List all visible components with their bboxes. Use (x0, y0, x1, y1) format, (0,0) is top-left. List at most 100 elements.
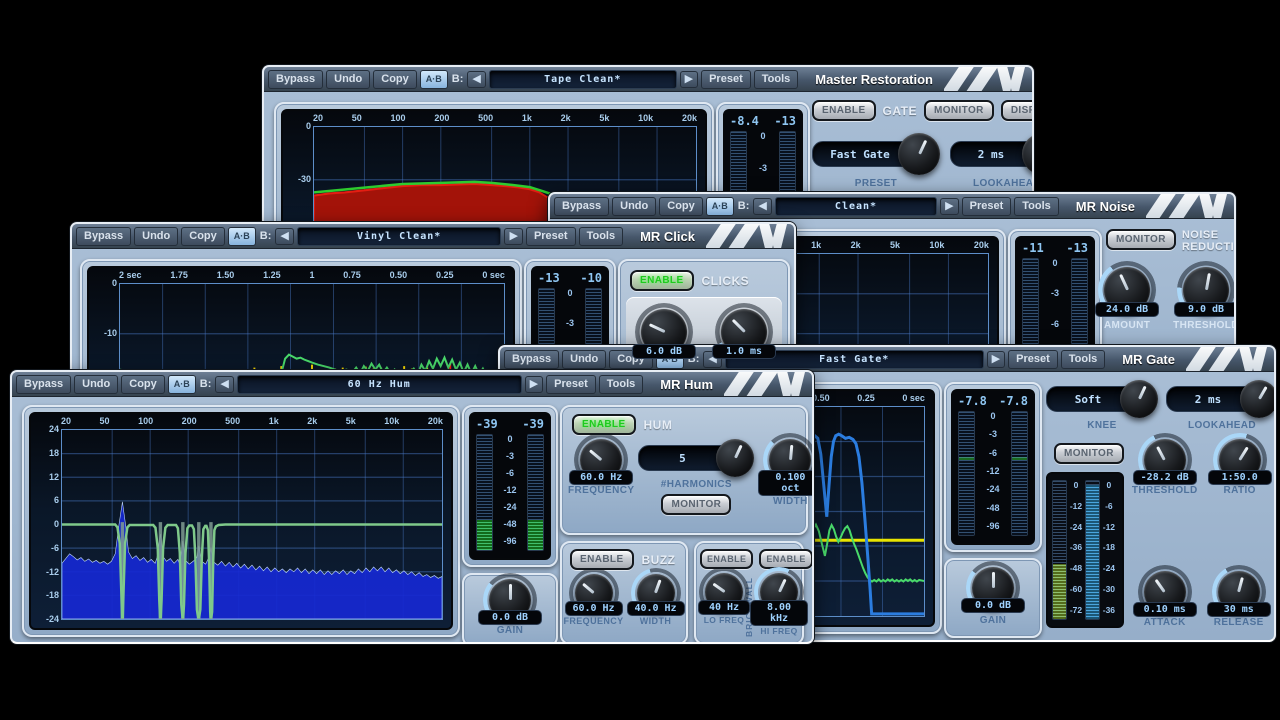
clicks-enable-button[interactable]: ENABLE (630, 270, 694, 291)
meter-bar-left (476, 434, 493, 551)
prev-preset-button[interactable]: ◀ (275, 228, 293, 245)
preset-menu-button[interactable]: Preset (962, 197, 1012, 216)
tools-menu-button[interactable]: Tools (599, 375, 644, 394)
gr-meter-bar (1052, 480, 1067, 620)
knee-knob[interactable] (1120, 380, 1158, 418)
b-label: B: (259, 230, 273, 242)
copy-button[interactable]: Copy (373, 70, 417, 89)
buzz-panel: ENABLE BUZZ 60.0 Hz FREQUENCY 40.0 Hz WI… (560, 541, 688, 644)
copy-button[interactable]: Copy (659, 197, 703, 216)
threshold-value: -28.2 dB (1133, 470, 1197, 485)
tools-menu-button[interactable]: Tools (754, 70, 799, 89)
titlebar: Bypass Undo Copy A·B B: ◀ Tape Clean* ▶ … (264, 67, 1032, 92)
b-label: B: (451, 73, 465, 85)
titlebar: Bypass Undo Copy A·B B: ◀ Fast Gate* ▶ P… (500, 347, 1274, 372)
meter-readout-left: -39 (476, 417, 498, 431)
buzz-enable-button[interactable]: ENABLE (570, 549, 634, 570)
tools-menu-button[interactable]: Tools (579, 227, 624, 246)
knee-label: KNEE (1087, 420, 1116, 431)
brickwall-lo-enable-button[interactable]: ENABLE (700, 549, 753, 569)
preset-name-display[interactable]: Tape Clean* (489, 70, 677, 89)
bypass-button[interactable]: Bypass (268, 70, 323, 89)
desktop: Bypass Undo Copy A·B B: ◀ Tape Clean* ▶ … (0, 0, 1280, 720)
gate-enable-button[interactable]: ENABLE (812, 100, 876, 121)
preset-menu-button[interactable]: Preset (546, 375, 596, 394)
threshold-label: THRESHOLD (1173, 320, 1236, 331)
copy-button[interactable]: Copy (121, 375, 165, 394)
gate-preset-knob[interactable] (898, 133, 940, 175)
bypass-button[interactable]: Bypass (554, 197, 609, 216)
meter-scale: 0-3-6-12-24-48-96 (975, 411, 1011, 536)
prev-preset-button[interactable]: ◀ (467, 71, 485, 88)
out-meter-bar (1085, 480, 1100, 620)
gate-monitor-button[interactable]: MONITOR (924, 100, 994, 121)
bypass-button[interactable]: Bypass (16, 375, 71, 394)
noise-monitor-button[interactable]: MONITOR (1106, 229, 1176, 250)
ab-compare-button[interactable]: A·B (420, 70, 448, 89)
waves-logo (944, 67, 1028, 91)
next-preset-button[interactable]: ▶ (987, 351, 1005, 368)
waves-logo (1146, 194, 1230, 218)
level-meters: -7.8-7.8 0-3-6-12-24-48-96 (951, 389, 1035, 545)
gate-display-button[interactable]: DISPLAY (1001, 100, 1034, 121)
preset-name-display[interactable]: Vinyl Clean* (297, 227, 502, 246)
gate-section-label: GATE (883, 104, 917, 118)
ab-compare-button[interactable]: A·B (706, 197, 734, 216)
prev-preset-button[interactable]: ◀ (215, 376, 233, 393)
next-preset-button[interactable]: ▶ (940, 198, 958, 215)
tools-menu-button[interactable]: Tools (1061, 350, 1106, 369)
next-preset-button[interactable]: ▶ (525, 376, 543, 393)
undo-button[interactable]: Undo (134, 227, 178, 246)
hum-frequency-value: 60.0 Hz (569, 470, 633, 485)
preset-menu-button[interactable]: Preset (1008, 350, 1058, 369)
window-mr-hum: Bypass Undo Copy A·B B: ◀ 60 Hz Hum ▶ Pr… (10, 370, 814, 644)
undo-button[interactable]: Undo (326, 70, 370, 89)
tools-menu-button[interactable]: Tools (1014, 197, 1059, 216)
ab-compare-button[interactable]: A·B (168, 375, 196, 394)
harmonics-label: #HARMONICS (661, 479, 732, 490)
prev-preset-button[interactable]: ◀ (753, 198, 771, 215)
preset-name-display[interactable]: 60 Hz Hum (237, 375, 522, 394)
brickwall-hi-freq-label: HI FREQ (760, 626, 797, 636)
release-value: 30 ms (1207, 602, 1271, 617)
clicks-section-label: CLICKS (702, 274, 750, 288)
spectrum-area (62, 502, 442, 619)
next-preset-button[interactable]: ▶ (680, 71, 698, 88)
gate-monitor-button[interactable]: MONITOR (1054, 443, 1124, 464)
preset-menu-button[interactable]: Preset (526, 227, 576, 246)
noise-reduction-label: NOISE (1182, 229, 1219, 241)
hum-enable-button[interactable]: ENABLE (572, 414, 636, 435)
next-preset-button[interactable]: ▶ (504, 228, 522, 245)
gate-preset-label: PRESET (855, 178, 897, 189)
harmonics-knob[interactable] (716, 439, 754, 477)
undo-button[interactable]: Undo (74, 375, 118, 394)
titlebar: Bypass Undo Copy A·B B: ◀ 60 Hz Hum ▶ Pr… (12, 372, 812, 397)
brickwall-hi-freq-value: 8.00 kHz (750, 600, 808, 626)
attack-value: 0.10 ms (1133, 602, 1197, 617)
meter-bar-right (527, 434, 544, 551)
hum-monitor-button[interactable]: MONITOR (661, 494, 731, 515)
ab-compare-button[interactable]: A·B (228, 227, 256, 246)
meter-readout-right: -10 (580, 271, 602, 285)
x-axis-ticks: 2 sec1.751.501.2510.750.500.250 sec (119, 270, 505, 280)
undo-button[interactable]: Undo (562, 350, 606, 369)
preset-name-display[interactable]: Clean* (775, 197, 937, 216)
brickwall-panel: ENABLE ENABLE BRICKWALL 40 Hz LO FREQ 8.… (694, 541, 804, 644)
lookahead-knob[interactable] (1022, 133, 1034, 175)
preset-menu-button[interactable]: Preset (701, 70, 751, 89)
bypass-button[interactable]: Bypass (76, 227, 131, 246)
clicks-shape-value: 1.0 ms (712, 344, 776, 359)
gain-label: GAIN (980, 615, 1007, 626)
x-axis-ticks: 20501002005001k2k5k10k20k (61, 416, 443, 426)
lookahead-label: LOOKAHEAD (1188, 420, 1256, 431)
lookahead-knob[interactable] (1240, 380, 1276, 418)
bypass-button[interactable]: Bypass (504, 350, 559, 369)
brickwall-hi-enable-button[interactable]: ENABLE (759, 549, 812, 569)
titlebar: Bypass Undo Copy A·B B: ◀ Vinyl Clean* ▶… (72, 224, 794, 249)
meter-bar-right (1011, 411, 1028, 536)
buzz-frequency-value: 60.0 Hz (565, 601, 623, 616)
copy-button[interactable]: Copy (181, 227, 225, 246)
undo-button[interactable]: Undo (612, 197, 656, 216)
meter-readout-left: -8.4 (730, 114, 759, 128)
b-label: B: (737, 200, 751, 212)
